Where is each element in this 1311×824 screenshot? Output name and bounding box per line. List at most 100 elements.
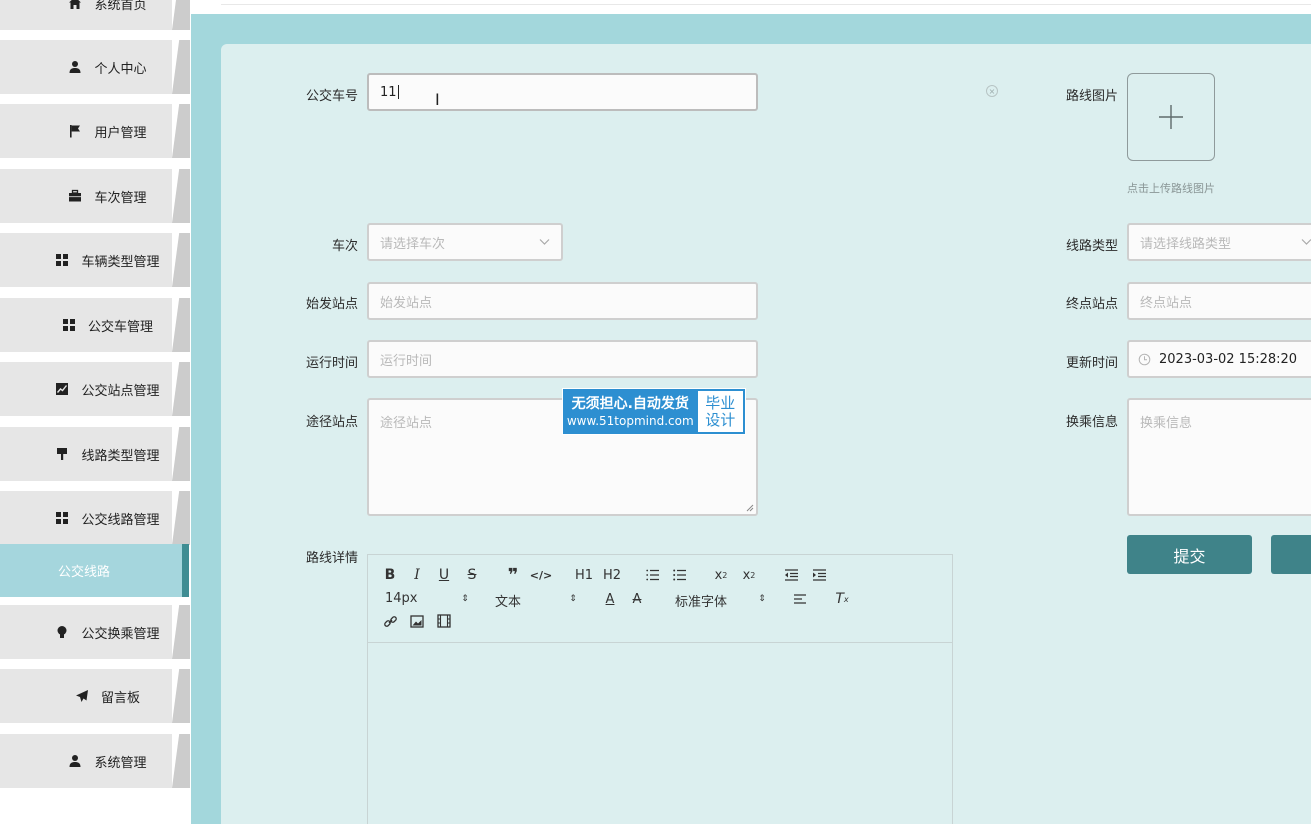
route-type-select[interactable]: 请选择线路类型 [1127, 223, 1311, 261]
sidebar-item-bus-route-management[interactable]: 公交线路管理 [0, 491, 190, 545]
outdent-icon[interactable] [783, 567, 799, 583]
sidebar-item-label: 公交线路管理 [81, 512, 160, 528]
start-station-input[interactable]: 始发站点 [367, 282, 758, 320]
briefcase-icon [68, 189, 82, 203]
sidebar-item-label: 用户管理 [94, 125, 147, 141]
route-type-placeholder: 请选择线路类型 [1140, 236, 1232, 252]
submit-button[interactable]: 提交 [1127, 535, 1252, 574]
sidebar-item-vehicle-type-management[interactable]: 车辆类型管理 [0, 233, 190, 287]
sidebar-item-bus-stop-management[interactable]: 公交站点管理 [0, 362, 190, 416]
grid-icon [62, 318, 76, 332]
editor-toolbar: B I U S ❞ </> H1 H2 x2 x2 14px ⇕ 文本 ⇕ A … [368, 555, 952, 643]
run-time-label: 运行时间 [305, 356, 358, 371]
clear-format-icon[interactable]: Tx [834, 591, 850, 607]
font-size-select[interactable]: 14px [385, 591, 418, 606]
route-image-hint: 点击上传路线图片 [1127, 182, 1215, 195]
subscript-icon[interactable]: x2 [713, 567, 729, 583]
clear-icon[interactable]: × [986, 85, 998, 97]
grid-icon [55, 253, 69, 267]
sidebar-item-label: 公交换乘管理 [81, 626, 160, 642]
background-color-icon[interactable]: A [629, 591, 645, 607]
sidebar-item-route-type-management[interactable]: 线路类型管理 [0, 427, 190, 481]
update-time-label: 更新时间 [1065, 356, 1118, 371]
italic-icon[interactable]: I [409, 567, 425, 583]
text-caret [397, 85, 399, 99]
bus-no-value: 11 [380, 84, 397, 100]
end-station-input[interactable]: 终点站点 [1127, 282, 1311, 320]
bus-no-input[interactable]: 11 [367, 73, 758, 111]
sidebar-item-trip-management[interactable]: 车次管理 [0, 169, 190, 223]
clock-icon [1138, 353, 1151, 365]
sidebar-item-user-management[interactable]: 用户管理 [0, 104, 190, 158]
sidebar-item-personal-center[interactable]: 个人中心 [0, 40, 190, 94]
sidebar: 系统首页 个人中心 用户管理 车次管理 车辆类型管理 公交车管理 公交站点管理 … [0, 0, 191, 824]
resize-handle-icon[interactable] [746, 504, 754, 512]
sidebar-item-label: 个人中心 [94, 61, 147, 77]
sidebar-item-system-management[interactable]: 系统管理 [0, 734, 190, 788]
user-icon [68, 60, 82, 74]
block-type-select[interactable]: 文本 [495, 591, 521, 610]
sidebar-item-label: 留言板 [100, 690, 140, 706]
run-time-placeholder: 运行时间 [380, 353, 433, 369]
bold-icon[interactable]: B [382, 567, 398, 583]
heading-2-icon[interactable]: H2 [601, 567, 623, 583]
font-family-select[interactable]: 标准字体 [675, 591, 727, 610]
chart-icon [55, 382, 69, 396]
image-icon[interactable] [409, 613, 425, 629]
chevron-down-icon [1301, 239, 1311, 245]
align-icon[interactable] [792, 591, 808, 607]
link-icon[interactable] [382, 613, 398, 629]
video-icon[interactable] [436, 613, 452, 629]
font-color-icon[interactable]: A [602, 591, 618, 607]
grid-icon [55, 511, 69, 525]
route-image-upload[interactable] [1127, 73, 1215, 161]
blockquote-icon[interactable]: ❞ [505, 565, 521, 586]
run-time-input[interactable]: 运行时间 [367, 340, 758, 378]
chevron-down-icon [539, 239, 550, 245]
paper-plane-icon [75, 689, 89, 703]
ordered-list-icon[interactable] [645, 567, 661, 583]
update-time-picker[interactable]: 2023-03-02 15:28:20 [1127, 340, 1311, 378]
start-station-placeholder: 始发站点 [380, 295, 433, 311]
top-strip [191, 0, 1311, 14]
sidebar-item-label: 系统管理 [94, 755, 147, 771]
bullet-list-icon[interactable] [672, 567, 688, 583]
sidebar-subitem-bus-route[interactable]: 公交线路 [0, 544, 190, 597]
cancel-button[interactable] [1271, 535, 1311, 574]
sidebar-item-label: 车辆类型管理 [81, 254, 160, 270]
watermark-badge: 无须担心.自动发货 www.51topmind.com 毕业 设计 [562, 388, 746, 435]
sidebar-item-message-board[interactable]: 留言板 [0, 669, 190, 723]
paint-roller-icon [55, 447, 69, 461]
sidebar-item-label: 公交线路 [57, 565, 110, 580]
flag-icon [68, 124, 82, 138]
transfer-info-textarea[interactable]: 换乘信息 [1127, 398, 1311, 516]
trip-placeholder: 请选择车次 [380, 236, 446, 252]
end-station-label: 终点站点 [1065, 297, 1118, 312]
bus-no-label: 公交车号 [305, 89, 358, 104]
transfer-info-label: 换乘信息 [1065, 415, 1118, 430]
sidebar-item-label: 公交站点管理 [81, 383, 160, 399]
sidebar-item-label: 公交车管理 [87, 319, 153, 335]
route-type-label: 线路类型 [1065, 239, 1118, 254]
user-icon [68, 754, 82, 768]
trip-select[interactable]: 请选择车次 [367, 223, 563, 261]
underline-icon[interactable]: U [436, 567, 452, 583]
editor-content-area[interactable] [368, 643, 952, 824]
block-type-arrows-icon: ⇕ [569, 594, 577, 604]
sidebar-item-bus-management[interactable]: 公交车管理 [0, 298, 190, 352]
via-stations-placeholder: 途径站点 [380, 416, 433, 431]
indent-icon[interactable] [811, 567, 827, 583]
end-station-placeholder: 终点站点 [1140, 295, 1193, 311]
watermark-line1: 无须担心.自动发货 [571, 395, 689, 412]
trip-label: 车次 [331, 239, 358, 254]
strikethrough-icon[interactable]: S [464, 567, 480, 583]
home-icon [68, 0, 82, 10]
sidebar-item-home[interactable]: 系统首页 [0, 0, 190, 30]
rich-text-editor: B I U S ❞ </> H1 H2 x2 x2 14px ⇕ 文本 ⇕ A … [367, 554, 953, 824]
sidebar-item-bus-transfer-management[interactable]: 公交换乘管理 [0, 605, 190, 659]
superscript-icon[interactable]: x2 [741, 567, 757, 583]
heading-1-icon[interactable]: H1 [573, 567, 595, 583]
text-cursor-icon: I [435, 90, 440, 109]
update-time-value: 2023-03-02 15:28:20 [1159, 351, 1298, 367]
code-block-icon[interactable]: </> [530, 567, 552, 583]
